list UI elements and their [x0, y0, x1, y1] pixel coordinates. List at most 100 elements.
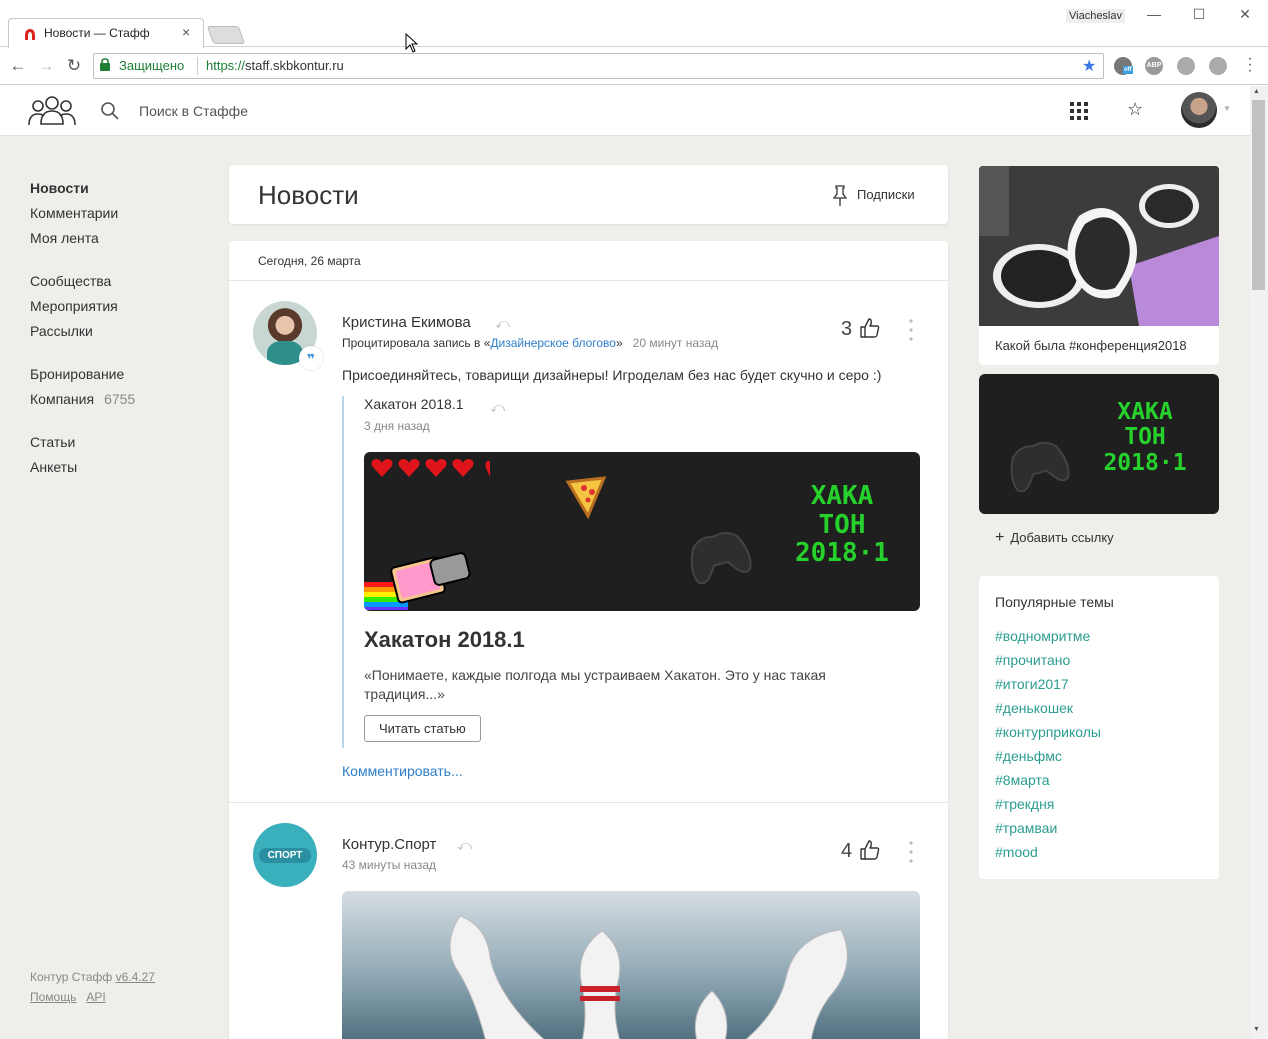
comment-link[interactable]: Комментировать... [342, 763, 463, 779]
more-options-icon[interactable] [909, 319, 913, 341]
subscriptions-button[interactable]: Подписки [857, 187, 915, 202]
post-author-avatar[interactable]: СПОРТ [253, 823, 317, 887]
nav-group: Статьи Анкеты [30, 430, 135, 480]
pin-icon[interactable] [833, 185, 847, 207]
topic-link[interactable]: #итоги2017 [995, 672, 1101, 696]
drive-icon[interactable] [1209, 57, 1227, 75]
profile-name[interactable]: Viacheslav [1066, 9, 1125, 23]
window-close-icon[interactable]: ✕ [1235, 6, 1255, 23]
topic-link[interactable]: #денькошек [995, 696, 1101, 720]
topic-link[interactable]: #mood [995, 840, 1101, 864]
gamepad-icon [690, 532, 752, 584]
quoted-post-title[interactable]: Хакатон 2018.1 [364, 396, 464, 412]
sidebar-item-communities[interactable]: Сообщества [30, 269, 135, 294]
address-separator [197, 57, 198, 75]
conference-image[interactable] [979, 166, 1219, 326]
topic-link[interactable]: #трамваи [995, 816, 1101, 840]
post-time: 43 минуты назад [342, 858, 437, 872]
search-icon[interactable] [100, 101, 120, 121]
minimize-icon[interactable]: — [1144, 6, 1164, 22]
sidebar-item-my-feed[interactable]: Моя лента [30, 226, 135, 251]
maximize-icon[interactable]: ☐ [1189, 6, 1209, 23]
post-meta: Процитировала запись в «Дизайнерское бло… [342, 336, 718, 350]
extension-cloud-icon[interactable]: off [1114, 57, 1133, 75]
topic-link[interactable]: #8марта [995, 768, 1101, 792]
share-icon[interactable]: ⤺ [495, 315, 510, 332]
topic-link[interactable]: #контурприколы [995, 720, 1101, 744]
community-link[interactable]: Дизайнерское блогово [490, 336, 616, 350]
hackathon-side-text: ХАКА ТОН 2018·1 [1087, 399, 1203, 476]
sidebar-item-booking[interactable]: Бронирование [30, 362, 135, 387]
back-icon[interactable]: ← [8, 56, 28, 76]
nav-group: Сообщества Мероприятия Рассылки [30, 269, 135, 344]
topic-link[interactable]: #водномритме [995, 624, 1101, 648]
sidebar-item-events[interactable]: Мероприятия [30, 294, 135, 319]
reload-icon[interactable]: ↻ [64, 56, 84, 76]
search-input[interactable] [139, 100, 539, 122]
conference-photo-icon [979, 166, 1219, 326]
user-avatar[interactable] [1181, 92, 1217, 128]
scrollbar-thumb[interactable] [1252, 100, 1265, 290]
scroll-down-icon[interactable]: ▼ [1253, 1026, 1260, 1033]
extension-cursor-icon[interactable] [1177, 57, 1195, 75]
url-text[interactable]: https://staff.skbkontur.ru [206, 58, 344, 73]
hackathon-banner-image[interactable]: ХАКА ТОН 2018·1 [364, 452, 920, 611]
banner-line: 2018·1 [795, 538, 889, 569]
scroll-up-icon[interactable]: ▲ [1253, 88, 1260, 95]
promo-card-conference[interactable]: Какой была #конференция2018 [979, 166, 1219, 365]
nyan-cat-icon [364, 552, 471, 610]
post-author-name[interactable]: Контур.Спорт [342, 836, 436, 853]
secure-label: Защищено [119, 58, 185, 73]
bookmark-star-icon[interactable]: ★ [1082, 56, 1096, 76]
share-icon[interactable]: ⤺ [457, 837, 472, 854]
bowling-image[interactable] [342, 891, 920, 1039]
sidebar-item-company[interactable]: Компания 6755 [30, 387, 135, 412]
post-author-name[interactable]: Кристина Екимова [342, 314, 471, 331]
topic-list: #водномритме #прочитано #итоги2017 #день… [995, 624, 1101, 864]
help-link[interactable]: Помощь [30, 990, 76, 1004]
chevron-down-icon[interactable]: ▼ [1223, 104, 1231, 113]
sidebar-item-comments[interactable]: Комментарии [30, 201, 135, 226]
apps-grid-icon[interactable] [1069, 101, 1089, 121]
version-link[interactable]: v6.4.27 [116, 970, 155, 984]
topic-link[interactable]: #трекдня [995, 792, 1101, 816]
sidebar-item-surveys[interactable]: Анкеты [30, 455, 135, 480]
sidebar-item-articles[interactable]: Статьи [30, 430, 135, 455]
favorites-star-icon[interactable]: ☆ [1127, 99, 1143, 120]
banner-line: ТОН [818, 509, 866, 540]
banner-line: ХАКА [1117, 399, 1173, 425]
like-icon[interactable] [859, 317, 881, 339]
post-text: Присоединяйтесь, товарищи дизайнеры! Игр… [342, 367, 882, 383]
quoted-post-time: 3 дня назад [364, 419, 430, 433]
news-header-card: Новости Подписки [229, 165, 948, 224]
new-tab-button[interactable] [206, 26, 246, 44]
add-link-button[interactable]: + Добавить ссылку [995, 529, 1114, 547]
mouse-cursor-icon [405, 33, 419, 53]
post-action-end: » [615, 336, 623, 350]
topic-link[interactable]: #деньфмс [995, 744, 1101, 768]
company-count: 6755 [104, 391, 136, 407]
avatar-shirt [267, 341, 303, 365]
gamepad-icon [1010, 441, 1070, 492]
banner-line: 2018·1 [1103, 449, 1187, 476]
quote-badge-icon: ❞ [299, 346, 323, 370]
share-icon[interactable]: ⤺ [490, 399, 505, 416]
staff-logo-icon[interactable] [28, 94, 76, 128]
forward-icon[interactable]: → [36, 56, 56, 76]
tab-close-icon[interactable]: × [182, 24, 190, 40]
api-link[interactable]: API [86, 990, 105, 1004]
topic-link[interactable]: #прочитано [995, 648, 1101, 672]
footer-links: Помощь API [30, 990, 106, 1004]
promo-caption[interactable]: Какой была #конференция2018 [995, 338, 1187, 353]
adblock-icon[interactable]: ABP [1145, 57, 1163, 75]
like-icon[interactable] [859, 839, 881, 861]
more-options-icon[interactable] [909, 841, 913, 863]
sidebar-item-mailings[interactable]: Рассылки [30, 319, 135, 344]
like-count: 3 [841, 318, 853, 340]
article-title[interactable]: Хакатон 2018.1 [364, 627, 525, 653]
read-article-button[interactable]: Читать статью [364, 715, 481, 742]
browser-menu-icon[interactable]: · · · [1244, 51, 1256, 79]
sidebar-item-news[interactable]: Новости [30, 176, 135, 201]
footer-version: Контур Стафф v6.4.27 [30, 970, 155, 984]
promo-card-hackathon[interactable]: ХАКА ТОН 2018·1 [979, 374, 1219, 514]
